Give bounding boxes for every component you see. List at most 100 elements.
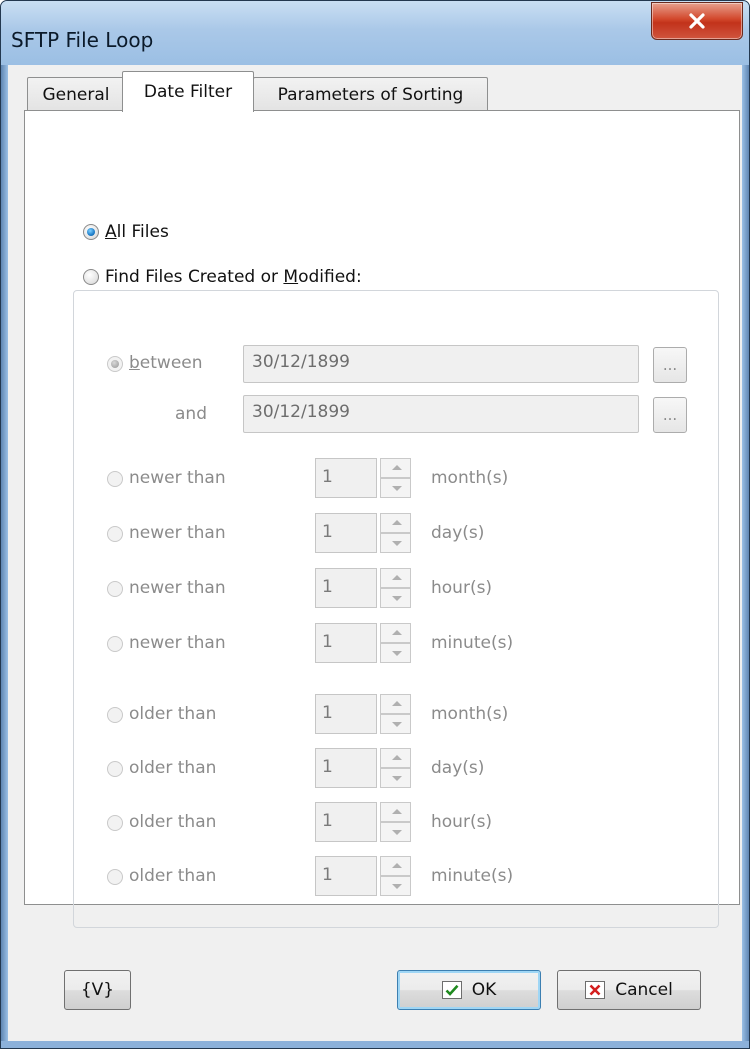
- ok-button[interactable]: OK: [397, 970, 541, 1010]
- down-arrow-icon: [392, 722, 402, 727]
- older-than-hours-label: older than: [129, 812, 217, 832]
- spin-down-button[interactable]: [380, 478, 411, 498]
- newer-than-minutes-input[interactable]: 1: [315, 623, 377, 663]
- between-to-field[interactable]: 30/12/1899: [243, 395, 639, 433]
- up-arrow-icon: [392, 701, 402, 706]
- cancel-button-label: Cancel: [615, 980, 673, 1000]
- close-icon: [689, 13, 705, 29]
- browse-to-date-button[interactable]: ...: [653, 397, 687, 433]
- older-than-months-label: older than: [129, 704, 217, 724]
- spin-down-button[interactable]: [380, 714, 411, 734]
- dialog-client: General Date Filter Parameters of Sortin…: [8, 65, 742, 1041]
- spin-up-button[interactable]: [380, 802, 411, 822]
- down-arrow-icon: [392, 884, 402, 889]
- between-label: between: [129, 353, 203, 373]
- tab-parameters-label: Parameters of Sorting: [277, 84, 464, 105]
- spin-down-button[interactable]: [380, 768, 411, 788]
- all-files-label[interactable]: All Files: [105, 222, 169, 242]
- newer-than-months-radio[interactable]: [107, 471, 123, 487]
- spin-up-button[interactable]: [380, 568, 411, 588]
- older-than-minutes-spinner[interactable]: [380, 856, 411, 896]
- spin-down-button[interactable]: [380, 876, 411, 896]
- down-arrow-icon: [392, 596, 402, 601]
- up-arrow-icon: [392, 575, 402, 580]
- and-label: and: [175, 404, 207, 424]
- older-than-months-spinner[interactable]: [380, 694, 411, 734]
- ok-button-label: OK: [471, 980, 497, 1000]
- older-than-months-unit: month(s): [431, 704, 509, 724]
- newer-than-hours-spinner[interactable]: [380, 568, 411, 608]
- older-than-hours-input[interactable]: 1: [315, 802, 377, 842]
- older-than-days-unit: day(s): [431, 758, 485, 778]
- down-arrow-icon: [392, 486, 402, 491]
- between-radio[interactable]: [107, 356, 123, 372]
- down-arrow-icon: [392, 776, 402, 781]
- newer-than-months-spinner[interactable]: [380, 458, 411, 498]
- newer-than-months-input[interactable]: 1: [315, 458, 377, 498]
- older-than-minutes-input[interactable]: 1: [315, 856, 377, 896]
- newer-than-hours-input[interactable]: 1: [315, 568, 377, 608]
- find-files-label[interactable]: Find Files Created or Modified:: [105, 267, 362, 287]
- tab-date-filter-label: Date Filter: [143, 82, 233, 102]
- older-than-hours-unit: hour(s): [431, 812, 493, 832]
- newer-than-days-label: newer than: [129, 523, 226, 543]
- spin-down-button[interactable]: [380, 822, 411, 842]
- close-button[interactable]: [651, 2, 743, 40]
- cancel-button[interactable]: Cancel: [557, 970, 701, 1010]
- newer-than-hours-radio[interactable]: [107, 581, 123, 597]
- up-arrow-icon: [392, 809, 402, 814]
- older-than-days-radio[interactable]: [107, 761, 123, 777]
- frame-right: [742, 65, 749, 1048]
- cross-icon: [585, 981, 606, 999]
- date-filter-panel: All Files Find Files Created or Modified…: [24, 110, 740, 928]
- tab-date-filter[interactable]: Date Filter: [122, 71, 254, 112]
- up-arrow-icon: [392, 520, 402, 525]
- newer-than-months-label: newer than: [129, 468, 226, 488]
- frame-bottom: [1, 1041, 749, 1048]
- spin-down-button[interactable]: [380, 643, 411, 663]
- tab-parameters-of-sorting[interactable]: Parameters of Sorting: [253, 77, 488, 111]
- checkmark-icon: [441, 981, 462, 999]
- up-arrow-icon: [392, 755, 402, 760]
- older-than-days-label: older than: [129, 758, 217, 778]
- tab-general-label: General: [42, 84, 110, 105]
- newer-than-minutes-radio[interactable]: [107, 636, 123, 652]
- find-files-radio[interactable]: [83, 269, 99, 285]
- variables-button[interactable]: {V}: [64, 970, 131, 1010]
- down-arrow-icon: [392, 541, 402, 546]
- down-arrow-icon: [392, 651, 402, 656]
- spin-down-button[interactable]: [380, 588, 411, 608]
- spin-up-button[interactable]: [380, 748, 411, 768]
- newer-than-minutes-spinner[interactable]: [380, 623, 411, 663]
- spin-down-button[interactable]: [380, 533, 411, 553]
- older-than-days-input[interactable]: 1: [315, 748, 377, 788]
- spin-up-button[interactable]: [380, 513, 411, 533]
- variables-button-label: {V}: [80, 980, 115, 1000]
- newer-than-days-input[interactable]: 1: [315, 513, 377, 553]
- spin-up-button[interactable]: [380, 694, 411, 714]
- newer-than-minutes-label: newer than: [129, 633, 226, 653]
- older-than-days-spinner[interactable]: [380, 748, 411, 788]
- older-than-hours-radio[interactable]: [107, 815, 123, 831]
- newer-than-days-spinner[interactable]: [380, 513, 411, 553]
- spin-up-button[interactable]: [380, 458, 411, 478]
- title-bar[interactable]: SFTP File Loop: [1, 1, 749, 65]
- spin-up-button[interactable]: [380, 623, 411, 643]
- newer-than-minutes-unit: minute(s): [431, 633, 514, 653]
- all-files-radio[interactable]: [83, 224, 99, 240]
- down-arrow-icon: [392, 830, 402, 835]
- older-than-months-input[interactable]: 1: [315, 694, 377, 734]
- older-than-months-radio[interactable]: [107, 707, 123, 723]
- tab-general[interactable]: General: [27, 77, 125, 111]
- newer-than-days-radio[interactable]: [107, 526, 123, 542]
- up-arrow-icon: [392, 465, 402, 470]
- newer-than-days-unit: day(s): [431, 523, 485, 543]
- browse-from-date-button[interactable]: ...: [653, 347, 687, 383]
- older-than-minutes-label: older than: [129, 866, 217, 886]
- older-than-minutes-radio[interactable]: [107, 869, 123, 885]
- newer-than-hours-label: newer than: [129, 578, 226, 598]
- newer-than-hours-unit: hour(s): [431, 578, 493, 598]
- spin-up-button[interactable]: [380, 856, 411, 876]
- older-than-hours-spinner[interactable]: [380, 802, 411, 842]
- between-from-field[interactable]: 30/12/1899: [243, 345, 639, 383]
